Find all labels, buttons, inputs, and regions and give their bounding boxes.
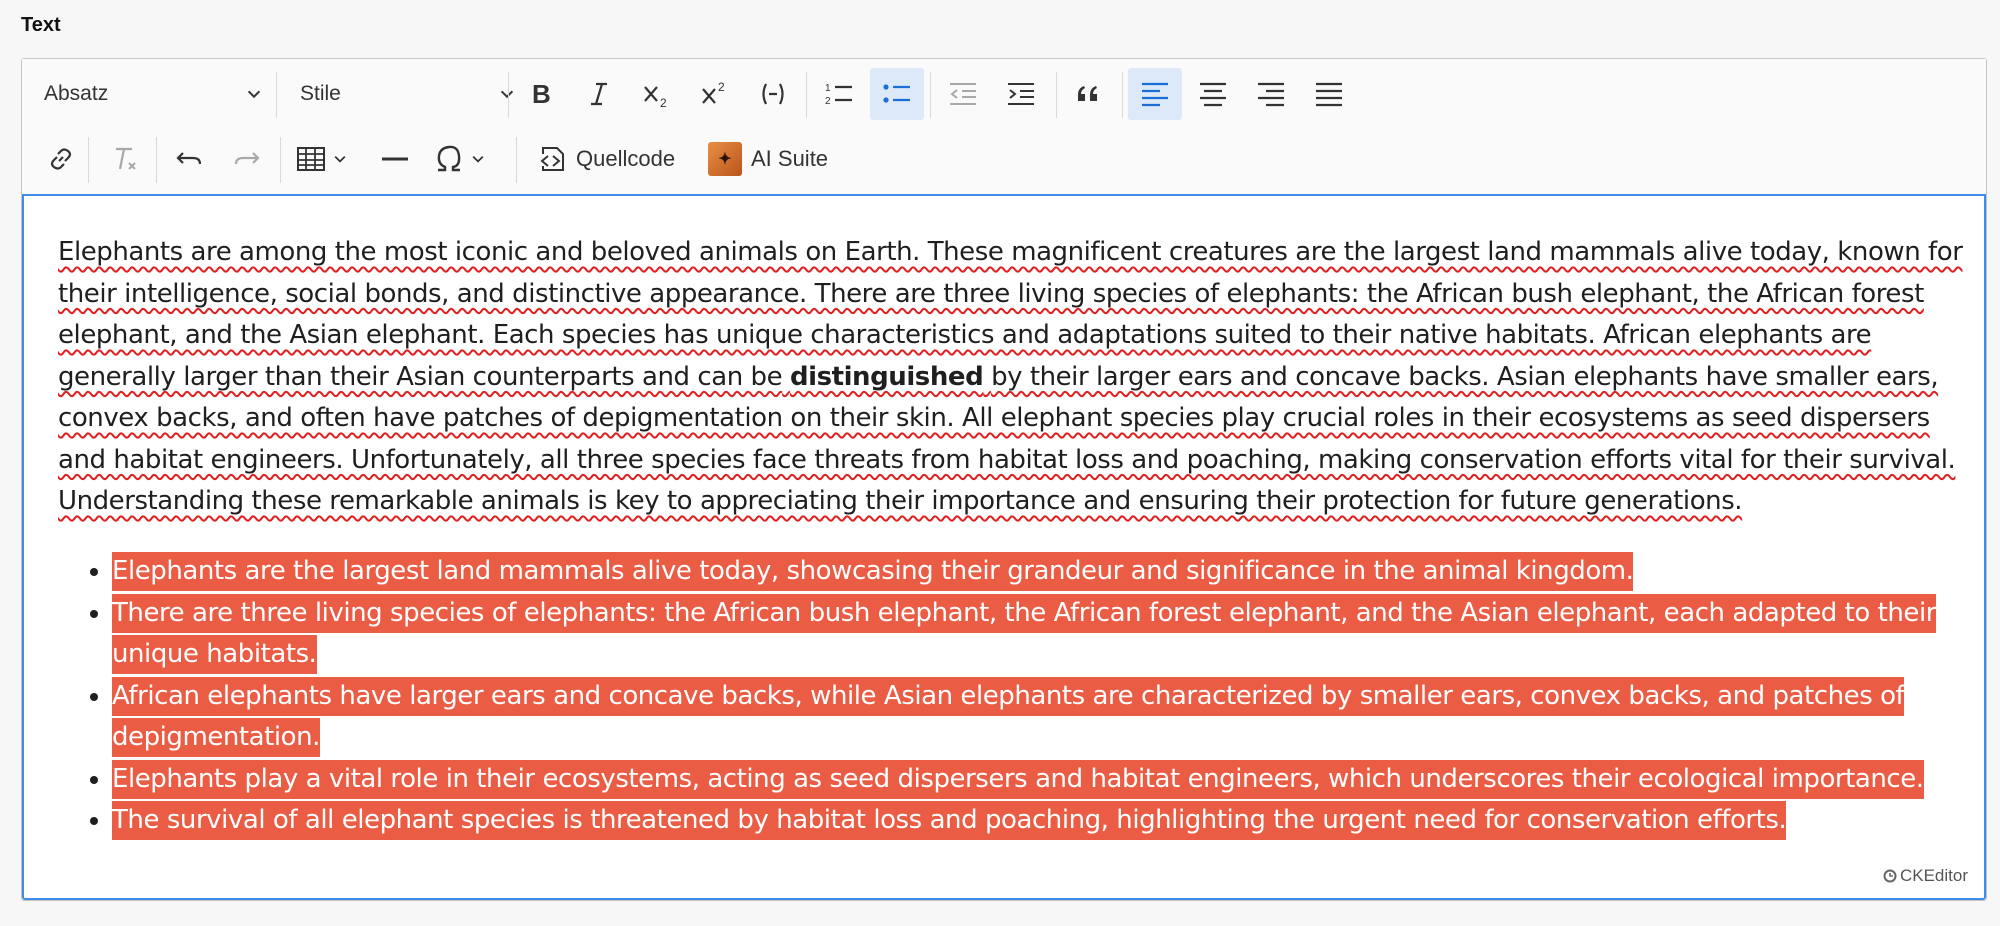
paragraph-format-dropdown[interactable]: Absatz	[22, 68, 275, 120]
bulleted-list[interactable]: Elephants are the largest land mammals a…	[58, 551, 2000, 842]
source-code-button[interactable]: Quellcode	[531, 133, 681, 185]
svg-text:2: 2	[825, 96, 831, 107]
bulleted-list-icon	[883, 84, 910, 103]
table-button[interactable]	[288, 133, 360, 185]
code-button[interactable]	[746, 68, 800, 120]
svg-text:B: B	[532, 79, 551, 109]
ckeditor-logo-icon	[1883, 869, 1897, 883]
link-icon	[50, 148, 72, 170]
list-item[interactable]: The survival of all elephant species is …	[112, 800, 2000, 842]
list-item-text: The survival of all elephant species is …	[112, 801, 1787, 840]
justify-icon	[1316, 82, 1342, 107]
list-item[interactable]: Elephants are the largest land mammals a…	[112, 551, 2000, 593]
bold-icon: B	[532, 79, 551, 109]
svg-text:2: 2	[718, 80, 725, 94]
editor-content-area[interactable]: Elephants are among the most iconic and …	[22, 194, 1986, 900]
table-icon	[297, 147, 325, 171]
undo-icon	[176, 152, 202, 165]
horizontal-line-button[interactable]	[368, 133, 422, 185]
chevron-down-icon	[247, 90, 261, 99]
ai-suite-icon: ✦	[708, 142, 742, 176]
ai-suite-label: AI Suite	[751, 146, 829, 171]
redo-button[interactable]	[220, 133, 274, 185]
bold-word: distinguished	[789, 361, 984, 392]
bulleted-list-button[interactable]	[870, 68, 924, 120]
code-icon	[762, 83, 784, 105]
remove-format-icon	[116, 147, 136, 170]
special-characters-button[interactable]	[428, 133, 496, 185]
remove-format-button[interactable]	[98, 133, 152, 185]
outdent-button[interactable]	[936, 68, 990, 120]
svg-text:2: 2	[660, 96, 667, 109]
list-item-text: There are three living species of elepha…	[112, 593, 1936, 674]
field-label: Text	[21, 14, 61, 36]
superscript-button[interactable]: 2	[688, 68, 742, 120]
style-label: Stile	[300, 82, 341, 105]
undo-button[interactable]	[162, 133, 216, 185]
blockquote-icon	[1078, 86, 1097, 101]
align-left-button[interactable]	[1128, 68, 1182, 120]
paragraph-format-label: Absatz	[44, 82, 109, 105]
redo-icon	[234, 152, 260, 165]
list-item[interactable]: There are three living species of elepha…	[112, 593, 2000, 676]
align-center-button[interactable]	[1186, 68, 1240, 120]
list-item-text: Elephants play a vital role in their eco…	[112, 759, 1924, 799]
link-button[interactable]	[34, 133, 88, 185]
chevron-down-icon	[472, 155, 484, 163]
italic-icon	[591, 82, 607, 106]
outdent-icon	[950, 83, 976, 105]
blockquote-button[interactable]	[1062, 68, 1116, 120]
indent-button[interactable]	[994, 68, 1048, 120]
italic-button[interactable]	[572, 68, 626, 120]
svg-text:1: 1	[825, 83, 831, 94]
justify-button[interactable]	[1302, 68, 1356, 120]
align-left-icon	[1142, 82, 1168, 107]
horizontal-line-icon	[382, 157, 408, 161]
align-right-button[interactable]	[1244, 68, 1298, 120]
bold-button[interactable]: B	[514, 68, 568, 120]
subscript-icon: 2	[644, 86, 667, 109]
align-center-icon	[1200, 82, 1226, 107]
list-item-text: Elephants are the largest land mammals a…	[112, 552, 1634, 591]
numbered-list-icon: 12	[825, 83, 852, 107]
editor-toolbar: Absatz Stile B 2 2 1 2 Quellcode ✦ AI Su…	[22, 59, 1986, 195]
numbered-list-button[interactable]: 12	[812, 68, 866, 120]
source-code-label: Quellcode	[576, 146, 676, 171]
chevron-down-icon	[334, 155, 346, 163]
indent-icon	[1008, 83, 1034, 105]
style-dropdown[interactable]: Stile	[278, 68, 528, 120]
rich-text-editor: Absatz Stile B 2 2 1 2 Quellcode ✦ AI Su…	[21, 58, 1987, 901]
list-item[interactable]: African elephants have larger ears and c…	[112, 676, 2000, 759]
subscript-button[interactable]: 2	[630, 68, 684, 120]
omega-icon	[437, 145, 461, 172]
ckeditor-branding[interactable]: CKEditor	[1883, 866, 1968, 886]
source-code-icon	[540, 147, 564, 171]
align-right-icon	[1258, 82, 1284, 107]
list-item[interactable]: Elephants play a vital role in their eco…	[112, 759, 2000, 801]
ckeditor-branding-label: CKEditor	[1899, 866, 1968, 885]
superscript-icon: 2	[702, 80, 725, 104]
body-paragraph[interactable]: Elephants are among the most iconic and …	[58, 232, 1968, 523]
list-item-text: African elephants have larger ears and c…	[112, 676, 1905, 757]
ai-suite-button[interactable]: ✦ AI Suite	[702, 133, 834, 185]
